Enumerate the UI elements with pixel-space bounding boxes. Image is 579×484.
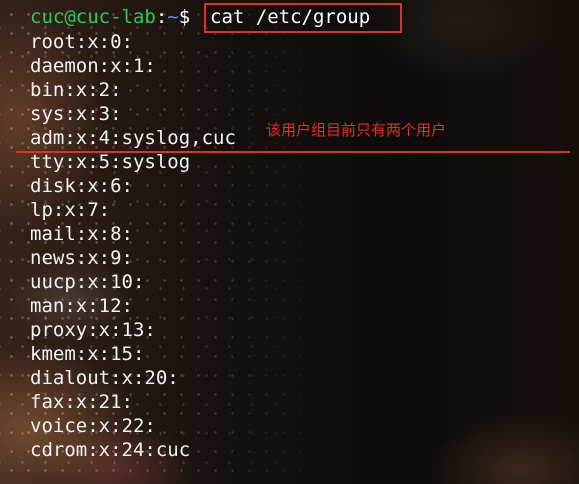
annotation-note: 该用户组目前只有两个用户 [266, 121, 447, 139]
output-line: fax:x:21: [30, 391, 133, 413]
output-line: man:x:12: [30, 295, 133, 317]
output-line: root:x:0: [30, 31, 133, 53]
output-line: mail:x:8: [30, 223, 133, 245]
output-line: cdrom:x:24:cuc [30, 439, 191, 461]
output-line: tty:x:5:syslog [30, 151, 191, 173]
output-line: sys:x:3: [30, 103, 122, 125]
output-line: dialout:x:20: [30, 367, 179, 389]
output-line: kmem:x:15: [30, 343, 145, 365]
prompt-symbol: $ [178, 6, 191, 28]
output-line: news:x:9: [30, 247, 133, 269]
prompt-user-host: cuc@cuc-lab [30, 6, 156, 28]
output-line: proxy:x:13: [30, 319, 156, 341]
output-line: disk:x:6: [30, 175, 133, 197]
prompt-path: ~ [167, 6, 179, 28]
terminal-window[interactable]: cuc@cuc-lab:~$ cat /etc/group root:x:0: … [0, 0, 579, 484]
command-output: root:x:0: daemon:x:1: bin:x:2: sys:x:3: … [30, 30, 236, 462]
output-line: uucp:x:10: [30, 271, 145, 293]
output-line: daemon:x:1: [30, 55, 156, 77]
shell-prompt: cuc@cuc-lab:~$ [30, 5, 190, 29]
output-line: lp:x:7: [30, 199, 111, 221]
prompt-separator: : [155, 6, 168, 28]
typed-command: cat /etc/group [210, 6, 371, 28]
output-line: voice:x:22: [30, 415, 156, 437]
annotation-underline [16, 151, 570, 153]
output-line: bin:x:2: [30, 79, 122, 101]
output-line-highlighted: adm:x:4:syslog,cuc [30, 127, 236, 149]
